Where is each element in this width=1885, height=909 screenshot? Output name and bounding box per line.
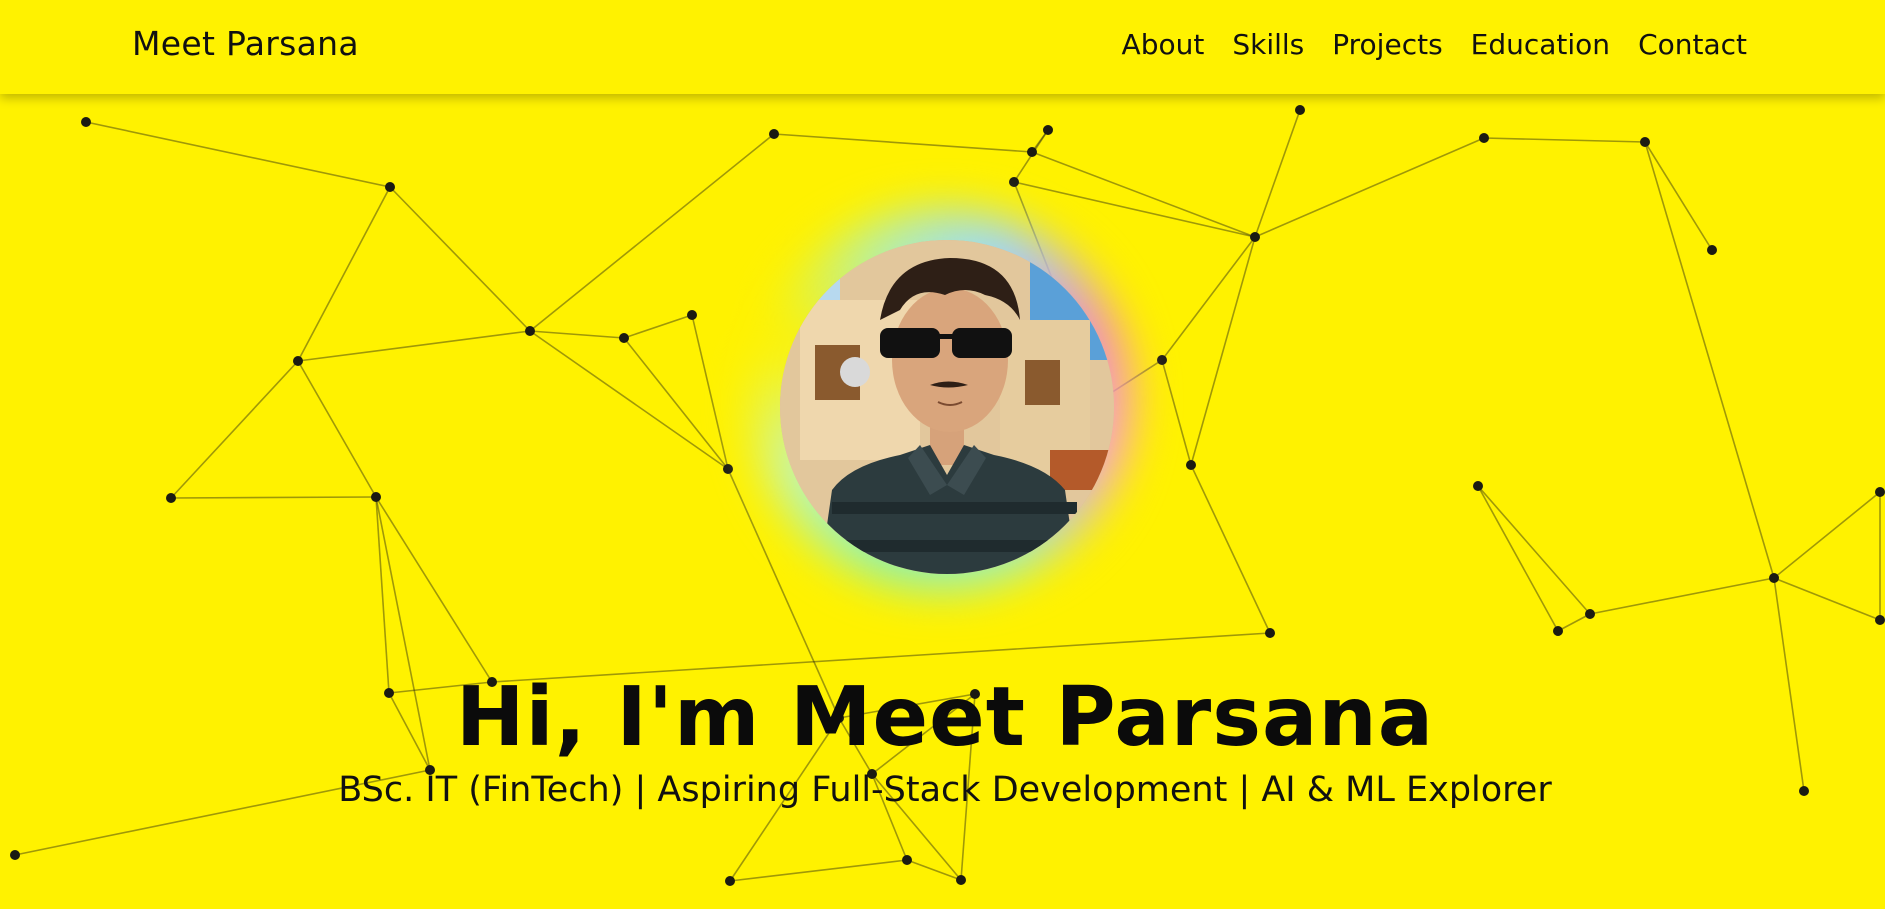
network-line [773, 133, 1033, 153]
network-line [389, 186, 531, 332]
nav-link-education[interactable]: Education [1471, 28, 1610, 61]
network-line [1483, 137, 1646, 143]
network-line [170, 496, 377, 499]
network-line [1190, 464, 1271, 634]
nav-link-projects[interactable]: Projects [1332, 28, 1442, 61]
network-node [1875, 615, 1885, 625]
network-node [371, 492, 381, 502]
network-line [529, 330, 729, 470]
network-node [1157, 355, 1167, 365]
network-node [956, 875, 966, 885]
network-node [293, 356, 303, 366]
network-line [297, 360, 377, 498]
network-line [1477, 485, 1591, 615]
network-line [623, 314, 693, 339]
network-node [1186, 460, 1196, 470]
network-node [385, 182, 395, 192]
network-line [529, 330, 625, 339]
network-line [1190, 236, 1256, 466]
network-line [1644, 141, 1713, 251]
network-line [1557, 613, 1591, 632]
network-node [1250, 232, 1260, 242]
network-node [1009, 177, 1019, 187]
network-line [375, 496, 493, 683]
network-line [1589, 577, 1775, 615]
nav-links: About Skills Projects Education Contact [1122, 28, 1747, 61]
avatar-container [752, 210, 1132, 590]
network-node [725, 876, 735, 886]
network-node [1473, 481, 1483, 491]
network-line [85, 121, 391, 188]
network-line [1161, 236, 1256, 361]
network-node [166, 493, 176, 503]
avatar [780, 240, 1114, 574]
network-line [1477, 485, 1559, 632]
page: Meet Parsana About Skills Projects Educa… [0, 0, 1885, 909]
network-line [297, 330, 531, 362]
hero-title: Hi, I'm Meet Parsana [455, 669, 1435, 765]
network-node [902, 855, 912, 865]
navbar: Meet Parsana About Skills Projects Educa… [0, 0, 1885, 94]
network-node [1769, 573, 1779, 583]
network-node [525, 326, 535, 336]
network-line [729, 859, 908, 882]
network-node [1479, 133, 1489, 143]
network-node [10, 850, 20, 860]
network-node [1585, 609, 1595, 619]
network-node [723, 464, 733, 474]
network-line [170, 360, 299, 499]
network-node [687, 310, 697, 320]
network-node [1707, 245, 1717, 255]
network-node [81, 117, 91, 127]
network-node [1553, 626, 1563, 636]
nav-link-about[interactable]: About [1122, 28, 1205, 61]
brand-logo[interactable]: Meet Parsana [132, 24, 359, 63]
avatar-illustration [780, 240, 1114, 574]
network-node [1265, 628, 1275, 638]
network-line [529, 133, 775, 332]
network-node [1640, 137, 1650, 147]
hero-subtitle: BSc. IT (FinTech) | Aspiring Full-Stack … [338, 770, 1552, 810]
network-node [1027, 147, 1037, 157]
network-node [1043, 125, 1053, 135]
network-node [1875, 487, 1885, 497]
network-line [1254, 137, 1485, 238]
network-line [1773, 491, 1881, 579]
network-line [1773, 577, 1881, 621]
network-node [619, 333, 629, 343]
network-line [297, 186, 391, 362]
nav-link-contact[interactable]: Contact [1638, 28, 1747, 61]
nav-link-skills[interactable]: Skills [1232, 28, 1304, 61]
network-line [1644, 141, 1775, 579]
network-node [769, 129, 779, 139]
network-line [1161, 359, 1192, 466]
network-line [1254, 109, 1301, 238]
network-node [1295, 105, 1305, 115]
